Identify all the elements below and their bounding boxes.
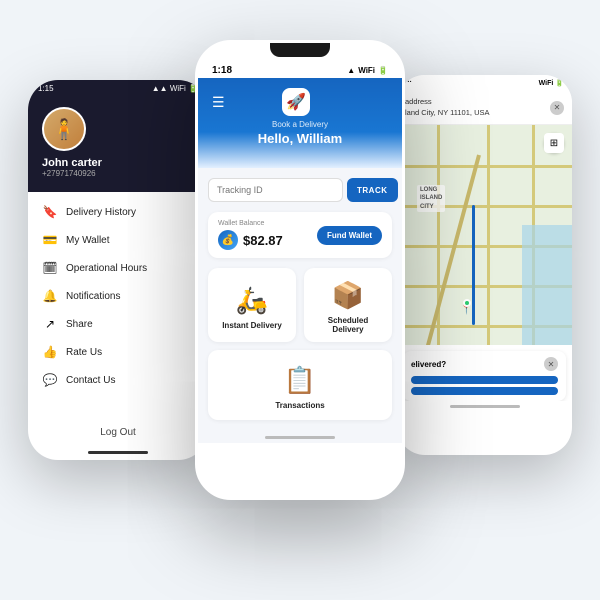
delivered-close-button[interactable]: ✕ (544, 357, 558, 371)
menu-item-delivery-history[interactable]: 🔖 Delivery History (28, 198, 208, 226)
road (397, 165, 572, 168)
hamburger-icon[interactable]: ☰ (212, 94, 225, 111)
scheduled-delivery-label: Scheduled Delivery (312, 316, 384, 334)
track-row: TRACK (208, 178, 392, 202)
right-home-indicator (397, 401, 572, 412)
share-icon: ↗ (42, 317, 58, 331)
scooter-icon: 🛵 (236, 285, 268, 316)
home-indicator (88, 451, 148, 454)
menu-label: Contact Us (66, 375, 115, 386)
wallet-icon: 💰 (218, 230, 238, 250)
address-text: address land City, NY 11101, USA (405, 97, 490, 118)
right-phone: ··· WiFi 🔋 address land City, NY 11101, … (397, 75, 572, 455)
chat-icon: 💬 (42, 373, 58, 387)
menu-list: 🔖 Delivery History 💳 My Wallet 🗓 Operati… (28, 192, 208, 400)
menu-item-wallet[interactable]: 💳 My Wallet (28, 226, 208, 254)
left-phone: 1:15 ▲▲ WiFi 🔋 🧍 John carter +2797174092… (28, 80, 208, 460)
fund-wallet-button[interactable]: Fund Wallet (317, 226, 382, 245)
notch (198, 43, 402, 59)
user-header: 🧍 John carter +27971740926 (28, 97, 208, 192)
decline-delivery-button[interactable] (411, 387, 558, 395)
center-home-indicator (198, 430, 402, 443)
logout-label: Log Out (100, 427, 136, 438)
instant-delivery-card[interactable]: 🛵 Instant Delivery (208, 268, 296, 342)
road (487, 125, 490, 345)
delivered-header: elivered? ✕ (411, 357, 558, 371)
bell-icon: 🔔 (42, 289, 58, 303)
menu-label: Delivery History (66, 207, 136, 218)
map-button[interactable]: ⊞ (544, 133, 564, 153)
map-label-long-island: LONGISLANDCITY (417, 185, 445, 212)
delivered-question: elivered? (411, 360, 446, 369)
address-bar: address land City, NY 11101, USA ✕ (397, 91, 572, 125)
hero-section: ☰ 🚀 Book a Delivery Hello, William (198, 78, 402, 168)
center-time: 1:18 (212, 65, 232, 76)
right-home-bar (450, 405, 520, 408)
confirm-delivery-button[interactable] (411, 376, 558, 384)
menu-item-rate-us[interactable]: 👍 Rate Us (28, 338, 208, 366)
menu-item-contact-us[interactable]: 💬 Contact Us (28, 366, 208, 394)
hero-greeting: Hello, William (212, 131, 388, 146)
address-line1: address (405, 97, 432, 106)
wallet-card: Wallet Balance 💰 $82.87 Fund Wallet (208, 212, 392, 258)
notch-inner (270, 43, 330, 57)
user-phone: +27971740926 (42, 169, 96, 178)
wallet-amount-row: 💰 $82.87 (218, 230, 283, 250)
hero-top: ☰ 🚀 (212, 88, 388, 116)
user-name: John carter (42, 157, 102, 169)
location-dot (463, 299, 471, 307)
address-line2: land City, NY 11101, USA (405, 108, 490, 117)
wallet-label: Wallet Balance (218, 220, 283, 227)
instant-delivery-label: Instant Delivery (222, 321, 282, 330)
left-status-bar: 1:15 ▲▲ WiFi 🔋 (28, 80, 208, 97)
address-close-button[interactable]: ✕ (550, 101, 564, 115)
wallet-left: Wallet Balance 💰 $82.87 (218, 220, 283, 250)
thumbs-up-icon: 👍 (42, 345, 58, 359)
center-phone: 1:18 ▲ WiFi 🔋 ☰ 🚀 Book a Delivery Hello,… (195, 40, 405, 500)
wallet-icon: 💳 (42, 233, 58, 247)
logout-area[interactable]: Log Out (28, 422, 208, 440)
package-clock-icon: 📦 (332, 280, 364, 311)
app-logo: 🚀 (282, 88, 310, 116)
menu-label: My Wallet (66, 235, 110, 246)
app-subtitle: Book a Delivery (212, 120, 388, 129)
wallet-amount: $82.87 (243, 233, 283, 248)
water (522, 225, 572, 345)
menu-label: Share (66, 319, 93, 330)
menu-label: Notifications (66, 291, 120, 302)
menu-item-operational-hours[interactable]: 🗓 Operational Hours (28, 254, 208, 282)
menu-item-notifications[interactable]: 🔔 Notifications (28, 282, 208, 310)
service-grid: 🛵 Instant Delivery 📦 Scheduled Delivery (208, 268, 392, 342)
right-status-bar: ··· WiFi 🔋 (397, 75, 572, 91)
home-bar (265, 436, 335, 439)
clipboard-icon: 📋 (284, 365, 316, 396)
avatar: 🧍 (42, 107, 86, 151)
scheduled-delivery-card[interactable]: 📦 Scheduled Delivery (304, 268, 392, 342)
left-time: 1:15 (38, 84, 54, 93)
status-icons: ▲ WiFi 🔋 (347, 66, 388, 75)
menu-item-share[interactable]: ↗ Share (28, 310, 208, 338)
map-area: LONGISLANDCITY 📍 ⊕ ⊞ (397, 125, 572, 345)
tracking-input[interactable] (208, 178, 343, 202)
menu-label: Rate Us (66, 347, 102, 358)
menu-label: Operational Hours (66, 263, 147, 274)
transactions-label: Transactions (275, 401, 324, 410)
center-body: TRACK Wallet Balance 💰 $82.87 Fund Walle… (198, 168, 402, 430)
bookmark-icon: 🔖 (42, 205, 58, 219)
center-status-bar: 1:18 ▲ WiFi 🔋 (198, 59, 402, 78)
transactions-card[interactable]: 📋 Transactions (208, 350, 392, 420)
calendar-icon: 🗓 (42, 261, 58, 275)
delivered-card: elivered? ✕ (403, 351, 566, 401)
track-button[interactable]: TRACK (347, 178, 398, 202)
